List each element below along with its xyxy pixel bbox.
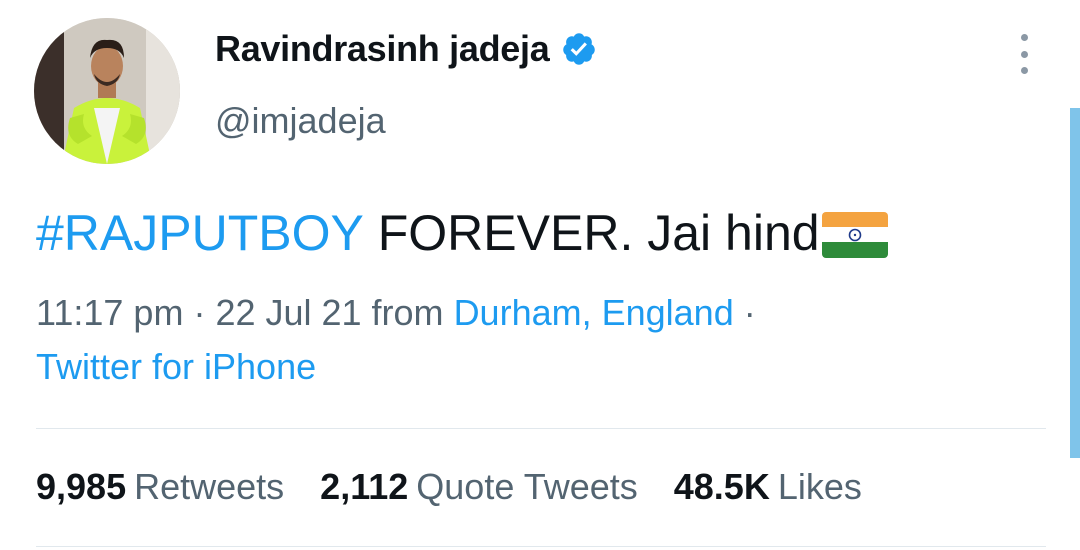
tweet-date[interactable]: 22 Jul 21 [215,292,361,333]
hashtag-link[interactable]: #RAJPUTBOY [36,204,364,262]
tweet-text: #RAJPUTBOY FOREVER. Jai hind [36,204,888,262]
tweet-stats: 9,985 Retweets 2,112 Quote Tweets 48.5K Lik… [36,466,898,508]
likes-stat[interactable]: 48.5K Likes [674,466,862,508]
tweet-time[interactable]: 11:17 pm [36,292,183,333]
likes-count: 48.5K [673,466,770,507]
scrollbar[interactable] [1070,108,1080,458]
location-link[interactable]: Durham, England [454,292,734,333]
divider [36,428,1046,429]
tweet-meta: 11:17 pm · 22 Jul 21 from Durham, Englan… [36,292,756,334]
meta-separator: · [733,292,756,333]
more-options-icon[interactable] [1012,34,1036,74]
quote-tweets-label: Quote Tweets [416,466,638,507]
avatar[interactable] [34,18,180,164]
author-handle[interactable]: @imjadeja [215,100,386,142]
meta-separator: · [183,292,216,333]
quote-tweets-stat[interactable]: 2,112 Quote Tweets [320,466,638,508]
tweet-body: FOREVER. Jai hind [363,205,820,261]
more-dot [1020,50,1028,58]
more-dot [1020,67,1028,74]
india-flag-icon [821,212,888,258]
retweets-label: Retweets [134,466,285,507]
retweets-stat[interactable]: 9,985 Retweets [36,466,284,508]
more-dot [1020,34,1028,41]
verified-badge-icon [561,31,597,67]
divider [36,546,1046,547]
from-word: from [361,292,454,333]
quote-tweets-count: 2,112 [320,466,409,507]
likes-label: Likes [777,466,862,507]
author-display-name[interactable]: Ravindrasinh jadeja [215,28,597,70]
author-name-text[interactable]: Ravindrasinh jadeja [215,28,550,70]
client-link[interactable]: Twitter for iPhone [36,346,316,388]
retweets-count: 9,985 [36,466,127,507]
